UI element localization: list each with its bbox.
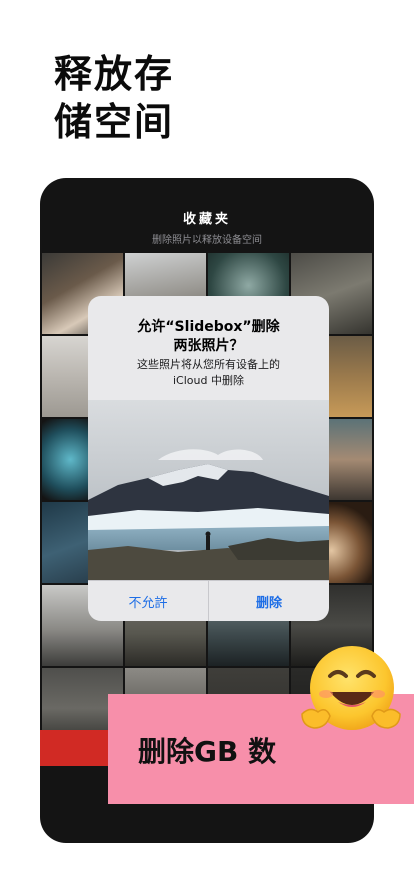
dialog-message: 这些照片将从您所有设备上的 iCloud 中删除 xyxy=(88,357,329,389)
dialog-buttons: 不允許 删除 xyxy=(88,580,329,621)
dialog-title-line-1: 允许“Slidebox”删除 xyxy=(137,319,280,335)
dialog-title-line-2: 两张照片？ xyxy=(173,338,244,354)
deny-button[interactable]: 不允許 xyxy=(88,581,208,621)
headline: 释放存 储空间 xyxy=(54,50,174,146)
promo-label: 删除GB 数 xyxy=(138,735,277,768)
album-title: 收藏夹 xyxy=(182,212,231,227)
dialog-title: 允许“Slidebox”删除 两张照片？ xyxy=(88,318,329,356)
dialog-message-line-1: 这些照片将从您所有设备上的 xyxy=(137,358,280,371)
headline-line-1: 释放存 xyxy=(54,52,175,96)
photo-preview xyxy=(88,400,329,580)
delete-permission-dialog: 允许“Slidebox”删除 两张照片？ 这些照片将从您所有设备上的 iClou… xyxy=(88,296,329,621)
phone-header: 收藏夹 删除照片以释放设备空间 xyxy=(40,178,374,252)
smiling-face-with-open-hands-icon xyxy=(301,646,401,730)
dialog-message-line-2: iCloud 中删除 xyxy=(173,374,244,387)
delete-button[interactable]: 删除 xyxy=(209,581,329,621)
headline-line-2: 储空间 xyxy=(54,100,175,144)
album-subtitle: 删除照片以释放设备空间 xyxy=(152,235,262,246)
